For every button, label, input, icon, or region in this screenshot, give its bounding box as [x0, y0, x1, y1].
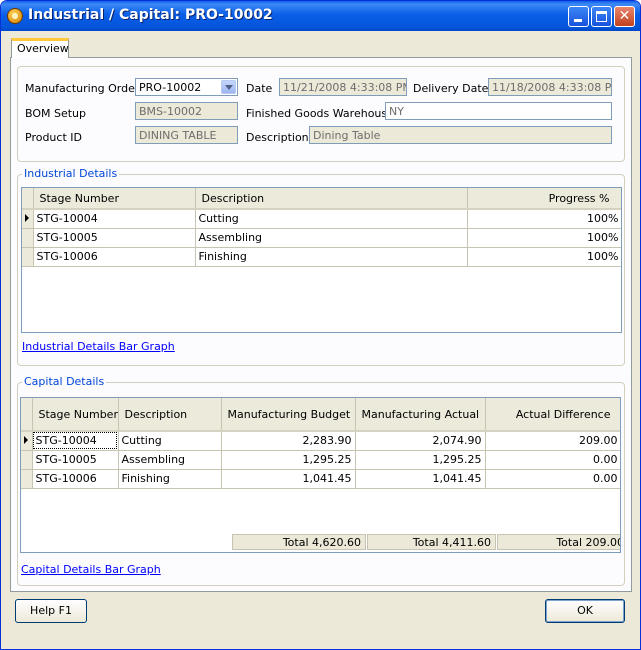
- description-cell[interactable]: Assembling: [195, 228, 468, 248]
- description-field[interactable]: Dining Table: [309, 126, 612, 144]
- stage-number-cell[interactable]: STG-10006: [33, 247, 196, 267]
- description-cell[interactable]: Cutting: [195, 209, 468, 229]
- finished-goods-warehouse-label: Finished Goods Warehouse: [246, 107, 394, 120]
- manufacturing-order-value: PRO-10002: [139, 81, 202, 94]
- capital-details-grid[interactable]: Stage Number Description Manufacturing B…: [20, 397, 621, 553]
- close-button[interactable]: ✕: [614, 6, 635, 27]
- row-indicator: [22, 228, 34, 248]
- chevron-down-icon[interactable]: [221, 80, 236, 94]
- minimize-button[interactable]: [568, 6, 589, 27]
- progress-cell[interactable]: 100%: [467, 209, 621, 229]
- table-row[interactable]: STG-10005 Assembling 1,295.25 1,295.25 0…: [21, 450, 620, 470]
- date-field[interactable]: 11/21/2008 4:33:08 PM: [279, 78, 407, 96]
- capital-header-row: Stage Number Description Manufacturing B…: [21, 398, 620, 432]
- column-header-stage-number[interactable]: Stage Number: [32, 398, 119, 432]
- delivery-date-field[interactable]: 11/18/2008 4:33:08 PM: [488, 78, 612, 96]
- industrial-details-bar-graph-link[interactable]: Industrial Details Bar Graph: [22, 340, 175, 353]
- row-indicator-header: [22, 188, 34, 210]
- maximize-icon: [596, 11, 607, 22]
- app-icon: [7, 8, 23, 24]
- column-header-progress[interactable]: Progress %: [467, 188, 621, 210]
- row-indicator: [22, 247, 34, 267]
- stage-number-cell[interactable]: STG-10004: [33, 209, 196, 229]
- budget-cell[interactable]: 1,295.25: [221, 450, 356, 470]
- description-cell[interactable]: Finishing: [195, 247, 468, 267]
- finished-goods-warehouse-field[interactable]: NY: [385, 102, 612, 120]
- ok-button[interactable]: OK: [545, 599, 625, 623]
- row-indicator: [21, 469, 33, 489]
- bom-setup-field[interactable]: BMS-10002: [135, 102, 238, 120]
- close-icon: ✕: [618, 8, 631, 24]
- totals-row: Total 4,620.60 Total 4,411.60 Total 209.…: [21, 534, 620, 550]
- column-header-description[interactable]: Description: [118, 398, 222, 432]
- product-id-label: Product ID: [25, 131, 82, 144]
- stage-number-cell[interactable]: STG-10004: [32, 431, 119, 451]
- budget-cell[interactable]: 1,041.45: [221, 469, 356, 489]
- title-bar[interactable]: Industrial / Capital: PRO-10002 ✕: [1, 1, 640, 31]
- column-header-description[interactable]: Description: [195, 188, 468, 210]
- row-indicator: [21, 450, 33, 470]
- column-header-manufacturing-budget[interactable]: Manufacturing Budget: [221, 398, 356, 432]
- description-cell[interactable]: Cutting: [118, 431, 222, 451]
- overview-panel: Manufacturing Order PRO-10002 Date 11/21…: [10, 57, 632, 592]
- table-row[interactable]: STG-10006 Finishing 100%: [22, 247, 621, 267]
- table-row[interactable]: STG-10004 Cutting 100%: [22, 209, 621, 229]
- date-label: Date: [246, 82, 273, 95]
- product-id-field[interactable]: DINING TABLE: [135, 126, 238, 144]
- difference-cell[interactable]: 0.00: [485, 469, 620, 489]
- manufacturing-order-label: Manufacturing Order: [25, 82, 140, 95]
- actual-cell[interactable]: 1,295.25: [355, 450, 486, 470]
- table-row[interactable]: STG-10004 Cutting 2,283.90 2,074.90 209.…: [21, 431, 620, 451]
- column-header-manufacturing-actual[interactable]: Manufacturing Actual: [355, 398, 486, 432]
- tab-overview[interactable]: Overview: [11, 38, 69, 58]
- total-actual: Total 4,411.60: [367, 534, 496, 550]
- minimize-icon: [574, 19, 582, 22]
- industrial-details-grid[interactable]: Stage Number Description Progress % STG-…: [21, 187, 622, 333]
- industrial-header-row: Stage Number Description Progress %: [22, 188, 621, 210]
- actual-cell[interactable]: 1,041.45: [355, 469, 486, 489]
- row-pointer-icon: [25, 214, 30, 223]
- capital-details-bar-graph-link[interactable]: Capital Details Bar Graph: [21, 563, 161, 576]
- stage-number-cell[interactable]: STG-10006: [32, 469, 119, 489]
- capital-details-title: Capital Details: [22, 375, 107, 388]
- maximize-button[interactable]: [591, 6, 612, 27]
- help-button[interactable]: Help F1: [15, 599, 87, 623]
- progress-cell[interactable]: 100%: [467, 247, 621, 267]
- difference-cell[interactable]: 0.00: [485, 450, 620, 470]
- total-budget: Total 4,620.60: [232, 534, 366, 550]
- actual-cell[interactable]: 2,074.90: [355, 431, 486, 451]
- progress-cell[interactable]: 100%: [467, 228, 621, 248]
- bom-setup-label: BOM Setup: [25, 107, 87, 120]
- description-label: Description: [246, 131, 309, 144]
- row-indicator-header: [21, 398, 33, 432]
- column-header-stage-number[interactable]: Stage Number: [33, 188, 196, 210]
- manufacturing-order-combo[interactable]: PRO-10002: [135, 78, 238, 96]
- industrial-capital-window: Industrial / Capital: PRO-10002 ✕ Overvi…: [0, 0, 641, 650]
- column-header-actual-difference[interactable]: Actual Difference: [485, 398, 620, 432]
- description-cell[interactable]: Assembling: [118, 450, 222, 470]
- table-row[interactable]: STG-10005 Assembling 100%: [22, 228, 621, 248]
- window-title: Industrial / Capital: PRO-10002: [28, 7, 273, 23]
- table-row[interactable]: STG-10006 Finishing 1,041.45 1,041.45 0.…: [21, 469, 620, 489]
- row-pointer-icon: [24, 436, 29, 445]
- delivery-date-label: Delivery Date: [413, 82, 489, 95]
- current-row-indicator: [22, 209, 34, 229]
- industrial-details-title: Industrial Details: [22, 167, 120, 180]
- stage-number-cell[interactable]: STG-10005: [33, 228, 196, 248]
- description-cell[interactable]: Finishing: [118, 469, 222, 489]
- budget-cell[interactable]: 2,283.90: [221, 431, 356, 451]
- stage-number-cell[interactable]: STG-10005: [32, 450, 119, 470]
- current-row-indicator: [21, 431, 33, 451]
- total-difference: Total 209.00: [497, 534, 620, 550]
- difference-cell[interactable]: 209.00: [485, 431, 620, 451]
